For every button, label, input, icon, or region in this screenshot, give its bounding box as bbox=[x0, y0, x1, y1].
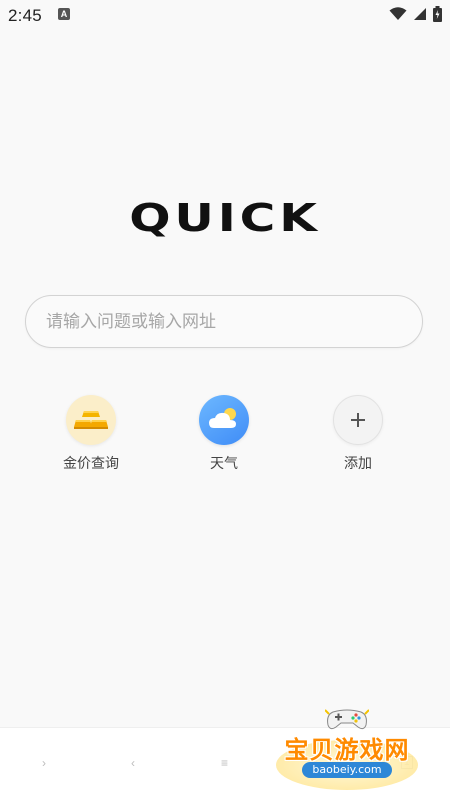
battery-icon bbox=[433, 6, 442, 22]
gold-price-button[interactable] bbox=[66, 395, 116, 445]
back-icon[interactable]: ‹ bbox=[131, 756, 135, 770]
gamepad-icon bbox=[325, 709, 369, 730]
search-box[interactable] bbox=[25, 295, 423, 348]
plus-icon bbox=[351, 413, 365, 427]
wifi-icon bbox=[389, 7, 407, 20]
shortcut-gold-price[interactable]: 金价查询 bbox=[41, 395, 141, 473]
status-bar: 2:45 A bbox=[0, 0, 450, 32]
watermark-title: 宝贝游戏网 bbox=[284, 736, 410, 764]
menu-icon[interactable]: ≡ bbox=[221, 756, 228, 770]
forward-icon[interactable]: › bbox=[42, 756, 46, 770]
watermark-url: baobeiy.com bbox=[302, 762, 392, 778]
status-icons bbox=[389, 6, 442, 22]
shortcut-add[interactable]: 添加 bbox=[308, 395, 408, 473]
watermark: 宝贝游戏网 baobeiy.com bbox=[272, 700, 422, 798]
app-logo: QUICK bbox=[129, 196, 321, 240]
weather-button[interactable] bbox=[199, 395, 249, 445]
gold-bars-icon bbox=[74, 411, 108, 429]
search-input[interactable] bbox=[44, 296, 408, 348]
signal-icon bbox=[414, 8, 426, 20]
shortcut-weather[interactable]: 天气 bbox=[174, 395, 274, 473]
status-time: 2:45 bbox=[8, 6, 42, 25]
weather-label: 天气 bbox=[210, 456, 238, 472]
app-notification-icon: A bbox=[58, 8, 70, 20]
gold-price-label: 金价查询 bbox=[63, 456, 119, 472]
add-label: 添加 bbox=[344, 456, 372, 472]
weather-cloud-icon bbox=[209, 408, 236, 428]
add-shortcut-button[interactable] bbox=[333, 395, 383, 445]
